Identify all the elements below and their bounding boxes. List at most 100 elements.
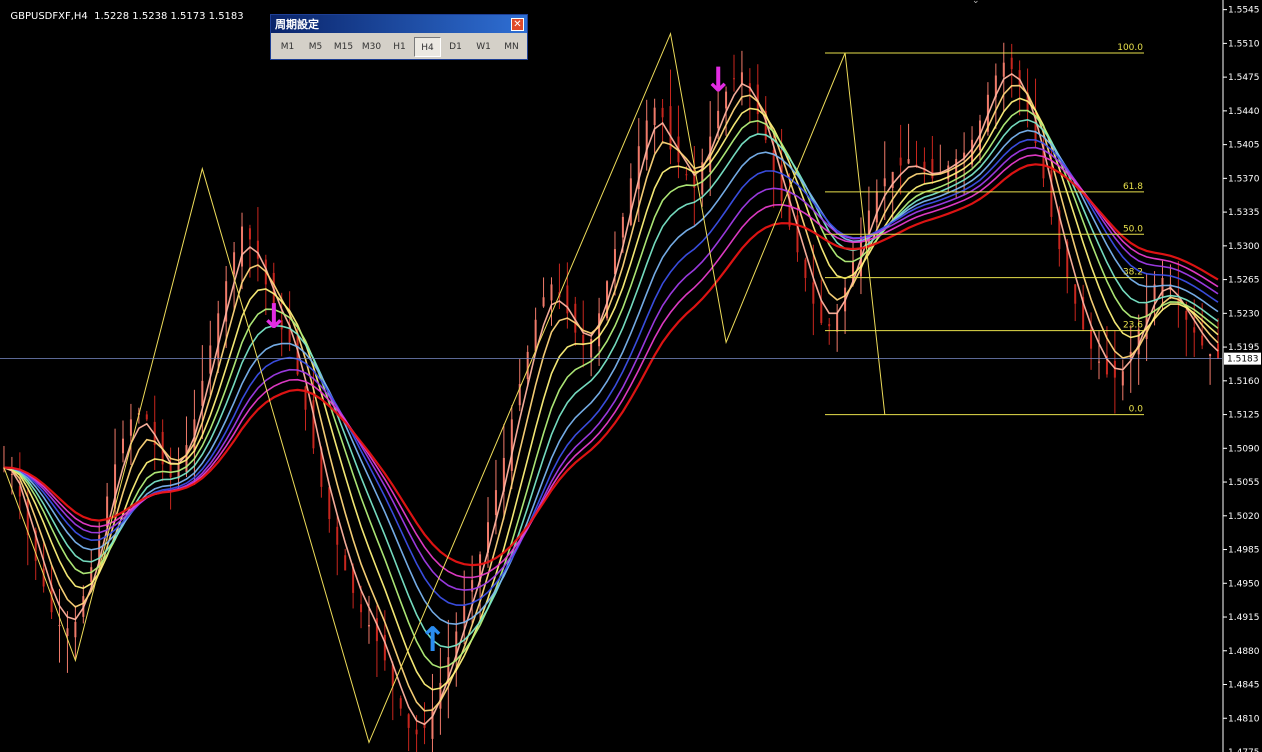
- axis-tick-label: 1.5090: [1228, 444, 1260, 454]
- ma-ribbon-layer: [3, 73, 1219, 726]
- candle-body: [209, 345, 212, 374]
- candle-body: [550, 284, 553, 301]
- candle-body: [106, 496, 109, 528]
- candle-body: [955, 159, 958, 179]
- axis-tick-label: 1.5020: [1228, 512, 1260, 522]
- candle-body: [169, 464, 172, 478]
- period-button-mn[interactable]: MN: [498, 37, 525, 57]
- candle-body: [907, 159, 910, 164]
- candle-body: [836, 313, 839, 332]
- candle-body: [90, 567, 93, 583]
- axis-tick-label: 1.5370: [1228, 174, 1260, 184]
- candle-body: [66, 628, 69, 637]
- candle-body: [598, 313, 601, 347]
- signals-layer: ↓ ↑ ↓: [260, 61, 733, 660]
- axis-tick-label: 1.5475: [1228, 73, 1260, 83]
- candle-body: [312, 400, 315, 449]
- ma-line: [3, 118, 1219, 649]
- candle-body: [344, 555, 347, 571]
- candle-body: [1002, 62, 1005, 77]
- candle-body: [828, 324, 831, 327]
- fib-level-label: 38.2: [1123, 268, 1143, 278]
- axis-tick-label: 1.5545: [1228, 6, 1260, 16]
- close-icon[interactable]: ✕: [511, 17, 524, 31]
- sell-arrow-icon: ↓: [704, 61, 733, 101]
- candle-body: [145, 414, 148, 420]
- sell-arrow-icon: ↓: [260, 297, 289, 337]
- candle-body: [58, 625, 61, 627]
- current-price-label: 1.5183: [1227, 355, 1259, 365]
- candle-body: [526, 351, 529, 379]
- period-button-h1[interactable]: H1: [386, 37, 413, 57]
- price-chart[interactable]: 100.0 61.8 50.0 38.2 23.6 0.0 ↓ ↑ ↓ 1.5545 1.551…: [0, 0, 1262, 752]
- candle-body: [233, 252, 236, 275]
- fib-level-label: 50.0: [1123, 224, 1143, 234]
- candle-body: [510, 419, 513, 471]
- candle-body: [621, 216, 624, 238]
- period-button-d1[interactable]: D1: [442, 37, 469, 57]
- candle-body: [1113, 360, 1116, 378]
- axis-tick-label: 1.4775: [1228, 748, 1260, 752]
- candle-body: [804, 259, 807, 278]
- ma-line: [3, 109, 1219, 669]
- candle-body: [463, 605, 466, 624]
- period-button-h4[interactable]: H4: [414, 37, 441, 57]
- candle-body: [669, 106, 672, 150]
- candle-body: [407, 714, 410, 728]
- axis-tick-label: 1.5055: [1228, 478, 1260, 488]
- axis-tick-label: 1.5160: [1228, 377, 1260, 387]
- candle-body: [328, 487, 331, 520]
- candle-body: [74, 621, 77, 638]
- candle-body: [1209, 354, 1212, 357]
- candle-body: [685, 174, 688, 176]
- candle-body: [241, 226, 244, 267]
- candle-body: [201, 380, 204, 406]
- axis-tick-label: 1.4985: [1228, 546, 1260, 556]
- candle-body: [732, 78, 735, 80]
- axis-tick-label: 1.5440: [1228, 107, 1260, 117]
- ma-line: [3, 138, 1219, 607]
- axis-tick-label: 1.4915: [1228, 613, 1260, 623]
- candle-body: [431, 708, 434, 739]
- candle-body: [10, 474, 13, 476]
- period-button-m5[interactable]: M5: [302, 37, 329, 57]
- candle-body: [129, 419, 132, 436]
- buy-arrow-icon: ↑: [418, 620, 447, 660]
- candle-body: [653, 107, 656, 125]
- candle-body: [1098, 361, 1101, 363]
- axis-tick-label: 1.5405: [1228, 141, 1260, 151]
- candle-body: [121, 438, 124, 454]
- candle-body: [812, 282, 815, 304]
- fib-level-label: 61.8: [1123, 182, 1143, 192]
- candle-body: [740, 72, 743, 84]
- candle-body: [399, 698, 402, 709]
- candle-body: [415, 729, 418, 735]
- candle-body: [383, 634, 386, 661]
- candle-body: [661, 107, 664, 118]
- candle-body: [494, 490, 497, 515]
- axis-tick-label: 1.4845: [1228, 681, 1260, 691]
- candle-body: [367, 625, 370, 627]
- candle-body: [1074, 284, 1077, 304]
- axis-tick-label: 1.5510: [1228, 39, 1260, 49]
- ma-line: [3, 163, 1219, 567]
- candle-body: [1090, 329, 1093, 349]
- axis-tick-label: 1.5230: [1228, 309, 1260, 319]
- period-button-m1[interactable]: M1: [274, 37, 301, 57]
- period-titlebar[interactable]: 周期設定 ✕: [271, 15, 527, 33]
- fib-level-label: 0.0: [1129, 405, 1144, 415]
- period-button-w1[interactable]: W1: [470, 37, 497, 57]
- period-button-row: M1 M5 M15 M30 H1 H4 D1 W1 MN: [271, 33, 527, 57]
- price-axis: 1.5545 1.5510 1.5475 1.5440 1.5405 1.5370 1.53…: [0, 0, 1261, 752]
- candle-body: [542, 297, 545, 307]
- fib-level-label: 100.0: [1117, 43, 1143, 53]
- period-button-m15[interactable]: M15: [330, 37, 357, 57]
- fib-level-label: 23.6: [1123, 321, 1143, 331]
- axis-tick-label: 1.4880: [1228, 647, 1260, 657]
- candle-body: [883, 178, 886, 187]
- period-settings-panel[interactable]: 周期設定 ✕ M1 M5 M15 M30 H1 H4 D1 W1 MN: [270, 14, 528, 60]
- axis-tick-label: 1.5265: [1228, 276, 1260, 286]
- axis-tick-label: 1.5195: [1228, 343, 1260, 353]
- period-button-m30[interactable]: M30: [358, 37, 385, 57]
- candle-body: [217, 313, 220, 360]
